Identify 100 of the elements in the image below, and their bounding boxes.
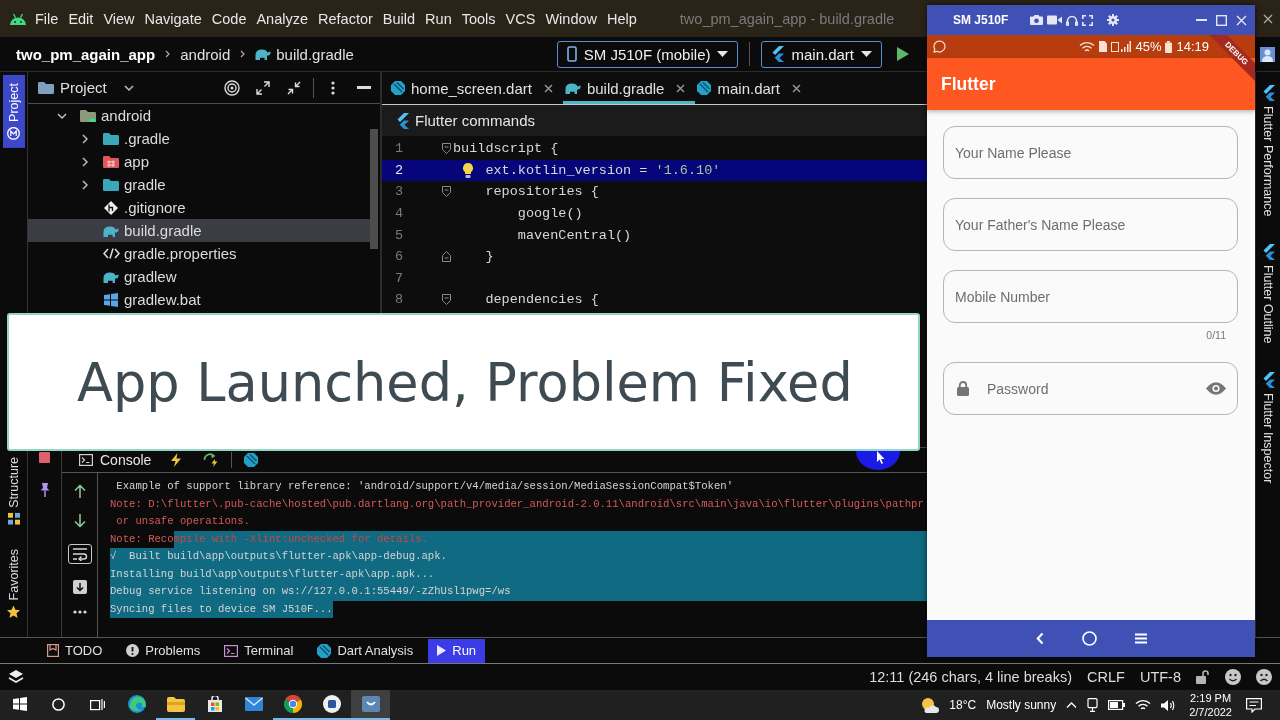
three-bars-icon[interactable]	[1134, 633, 1147, 644]
line-separator[interactable]: CRLF	[1087, 669, 1125, 685]
view-dropdown[interactable]: Project	[60, 79, 134, 96]
expand-icon[interactable]	[256, 80, 270, 95]
avatar-icon[interactable]	[1260, 46, 1275, 62]
pin-icon[interactable]	[39, 483, 50, 497]
soft-wrap-button[interactable]	[67, 544, 92, 564]
tool-window-tab[interactable]: Flutter Performance	[1257, 83, 1279, 219]
video-camera-icon[interactable]	[1047, 15, 1063, 25]
menu-item[interactable]: Code	[206, 10, 252, 27]
console-tab[interactable]: Console	[79, 452, 152, 468]
menu-item[interactable]: Navigate	[139, 10, 207, 27]
text-field[interactable]: Your Name Please	[943, 126, 1238, 179]
stacked-frames-icon[interactable]	[90, 697, 105, 711]
file-encoding[interactable]: UTF-8	[1139, 669, 1181, 685]
layers-icon[interactable]	[8, 669, 24, 685]
scroll-end-icon[interactable]	[72, 580, 87, 594]
tree-item[interactable]: gradle.properties	[28, 242, 370, 265]
close-icon[interactable]	[792, 83, 801, 93]
menu-item[interactable]: Window	[540, 10, 602, 27]
menu-item[interactable]: Edit	[63, 10, 99, 27]
tree-item[interactable]: build.gradle	[28, 219, 370, 242]
editor-tab[interactable]: home_screen.dart	[389, 72, 563, 104]
fold-marker-icon[interactable]	[442, 294, 451, 306]
lightning-icon[interactable]	[171, 453, 182, 467]
fold-marker-icon[interactable]	[442, 251, 451, 263]
eye-icon[interactable]	[1206, 382, 1226, 395]
chevron-up-icon[interactable]	[1066, 702, 1078, 708]
tree-item[interactable]: .gitignore	[28, 196, 370, 219]
menu-item[interactable]: Run	[420, 10, 457, 27]
back-icon[interactable]	[1035, 632, 1044, 645]
clock-time[interactable]: 2:19 PM	[1190, 691, 1232, 705]
more-icon[interactable]	[331, 80, 335, 95]
tree-item[interactable]: android	[28, 104, 370, 127]
chevron-down-icon[interactable]	[57, 112, 67, 119]
scrollbar[interactable]	[370, 129, 378, 249]
clock-date[interactable]: 2/7/2022	[1189, 705, 1232, 719]
fold-marker-icon[interactable]	[442, 186, 451, 198]
breadcrumb[interactable]: two_pm_again_app	[16, 45, 156, 63]
octagon-icon[interactable]	[244, 453, 259, 467]
arrow-up-icon[interactable]	[73, 484, 86, 498]
tool-window-tab[interactable]: Flutter Inspector	[1257, 370, 1279, 486]
ring-icon[interactable]	[52, 697, 65, 711]
weather-condition[interactable]: Mostly sunny	[986, 698, 1057, 712]
breadcrumb[interactable]: android	[180, 45, 231, 63]
padlock-icon[interactable]	[1196, 670, 1210, 684]
maximize-icon[interactable]	[1216, 14, 1227, 26]
sun-cloud-icon[interactable]	[921, 697, 940, 713]
chevron-right-icon[interactable]	[82, 133, 88, 144]
caret-position[interactable]: 12:11 (246 chars, 4 line breaks)	[869, 669, 1073, 685]
tree-item[interactable]: app	[28, 150, 370, 173]
settings-icon[interactable]	[1107, 14, 1120, 26]
chevron-right-icon[interactable]	[82, 179, 88, 190]
arrow-down-icon[interactable]	[73, 514, 86, 528]
menu-item[interactable]: Build	[377, 10, 421, 27]
breadcrumb[interactable]: build.gradle	[276, 45, 354, 63]
wifi-icon[interactable]	[1135, 699, 1152, 711]
tool-window-tab[interactable]: Flutter Outline	[1257, 242, 1279, 346]
tool-window-tab[interactable]: Project	[2, 75, 25, 148]
close-icon[interactable]	[1262, 13, 1273, 24]
run-config-dropdown[interactable]: main.dart	[761, 40, 882, 68]
device-dropdown[interactable]: SM J510F (mobile)	[556, 40, 739, 68]
menu-item[interactable]: Tools	[456, 10, 501, 27]
tool-window-tab[interactable]: Terminal	[215, 638, 303, 663]
chevron-right-icon[interactable]	[82, 156, 88, 167]
text-field[interactable]: Mobile Number	[943, 270, 1238, 323]
bulb-icon[interactable]	[461, 161, 475, 179]
collapse-icon[interactable]	[287, 80, 301, 95]
menu-item[interactable]: Help	[602, 10, 642, 27]
tool-window-tab[interactable]: Structure	[2, 452, 25, 529]
headphones-icon[interactable]	[1066, 14, 1079, 26]
temperature[interactable]: 18°C	[949, 698, 977, 712]
fold-marker-icon[interactable]	[442, 143, 451, 155]
more-icon[interactable]	[72, 610, 87, 614]
four-squares-icon[interactable]	[12, 697, 27, 711]
notification-icon[interactable]	[1246, 697, 1262, 713]
menu-item[interactable]: File	[30, 10, 64, 27]
restart-icon[interactable]	[203, 453, 220, 467]
menu-item[interactable]: Refactor	[313, 10, 378, 27]
menu-item[interactable]: VCS	[500, 10, 541, 27]
tool-window-tab[interactable]: Problems	[117, 638, 210, 663]
editor-tab[interactable]: main.dart	[695, 72, 811, 104]
password-field[interactable]: Password	[943, 362, 1238, 415]
close-icon[interactable]	[543, 83, 553, 93]
tree-item[interactable]: gradle	[28, 173, 370, 196]
battery-icon[interactable]	[1108, 700, 1126, 710]
target-icon[interactable]	[224, 79, 240, 96]
smiley-icon[interactable]	[1225, 669, 1241, 685]
tree-item[interactable]: gradlew	[28, 265, 370, 288]
camera-icon[interactable]	[1030, 15, 1044, 25]
tree-item[interactable]: gradlew.bat	[28, 288, 370, 311]
text-field[interactable]: Your Father's Name Please	[943, 198, 1238, 251]
tool-window-tab[interactable]: Dart Analysis	[308, 638, 423, 663]
sad-face-icon[interactable]	[1256, 669, 1272, 685]
volume-icon[interactable]	[1161, 698, 1176, 712]
fullscreen-icon[interactable]	[1082, 14, 1094, 26]
tree-item[interactable]: .gradle	[28, 127, 370, 150]
play-icon[interactable]	[896, 46, 910, 62]
menu-item[interactable]: Analyze	[251, 10, 314, 27]
home-icon[interactable]	[1081, 631, 1097, 646]
